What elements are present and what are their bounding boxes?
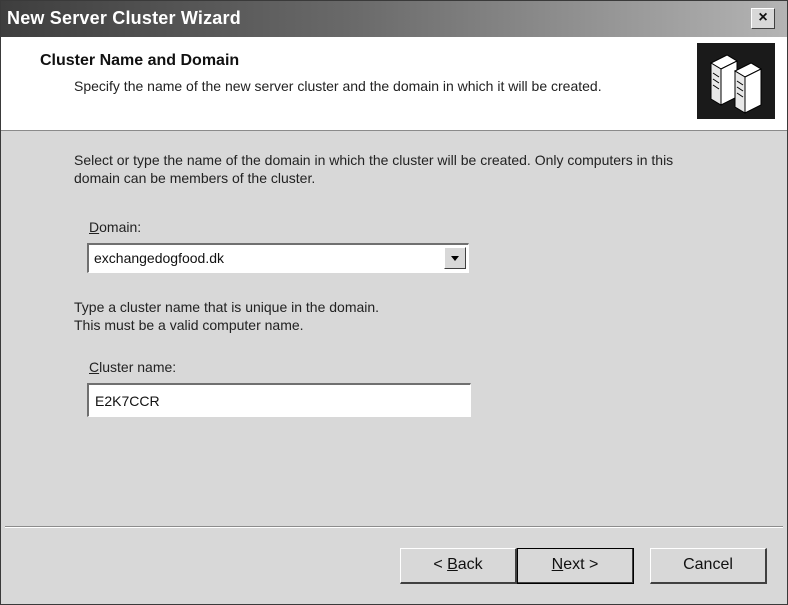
close-icon: ×: [758, 9, 768, 26]
title-bar[interactable]: New Server Cluster Wizard ×: [1, 1, 787, 37]
domain-value: exchangedogfood.dk: [94, 250, 224, 266]
chevron-down-icon: [451, 256, 459, 261]
close-button[interactable]: ×: [751, 8, 775, 29]
page-subtitle: Specify the name of the new server clust…: [74, 78, 602, 94]
cluster-name-label-text: luster name:: [99, 359, 177, 375]
cluster-name-label-accel: C: [89, 359, 100, 375]
domain-label-text: omain:: [99, 219, 142, 235]
cancel-button[interactable]: Cancel: [650, 548, 767, 584]
cluster-name-label: Cluster name:: [89, 359, 176, 375]
wizard-header: Cluster Name and Domain Specify the name…: [1, 37, 787, 131]
window-title: New Server Cluster Wizard: [7, 8, 241, 28]
next-button-accel: N: [551, 556, 564, 573]
page-title: Cluster Name and Domain: [40, 52, 240, 69]
cluster-name-instructions-line1: Type a cluster name that is unique in th…: [74, 299, 380, 315]
back-button-text: ack: [457, 556, 483, 573]
next-button-text: ext >: [563, 556, 599, 573]
next-button[interactable]: Next >: [517, 548, 634, 584]
back-button-prefix: <: [433, 556, 448, 573]
domain-label: Domain:: [89, 219, 141, 235]
cluster-name-instructions: Type a cluster name that is unique in th…: [74, 298, 684, 334]
domain-combobox[interactable]: exchangedogfood.dk: [87, 243, 469, 273]
cluster-name-instructions-line2: This must be a valid computer name.: [74, 317, 304, 333]
domain-dropdown-button[interactable]: [444, 247, 466, 269]
back-button-accel: B: [447, 556, 458, 573]
domain-label-accel: D: [89, 219, 100, 235]
cancel-button-label: Cancel: [683, 556, 733, 573]
cluster-servers-icon: [697, 43, 775, 119]
wizard-window: New Server Cluster Wizard × Cluster Name…: [0, 0, 788, 605]
domain-instructions: Select or type the name of the domain in…: [74, 152, 674, 186]
button-separator: [5, 526, 783, 528]
cluster-name-input[interactable]: [87, 383, 471, 417]
back-button[interactable]: < Back: [400, 548, 517, 584]
